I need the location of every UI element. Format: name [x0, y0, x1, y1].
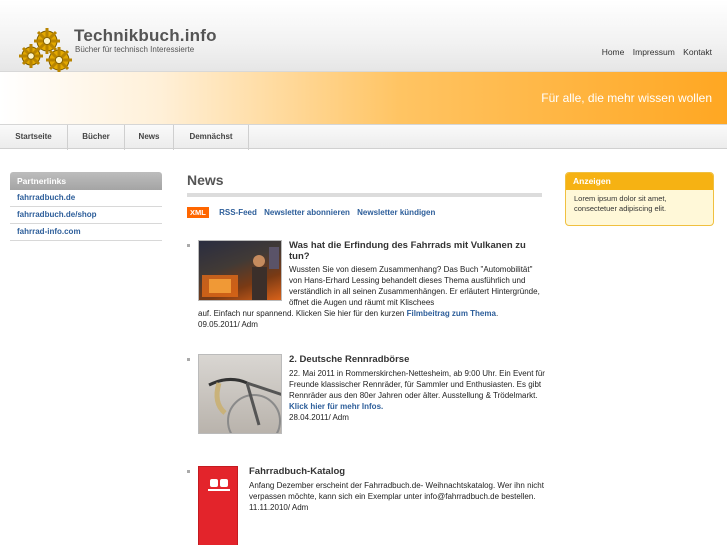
volcano-scene-icon: [202, 247, 279, 300]
ads-text[interactable]: Lorem ipsum dolor sit amet, consectetuer…: [566, 190, 713, 218]
sidebar-link-fahrradbuch[interactable]: fahrradbuch.de: [10, 190, 162, 207]
sidebar-link-fahrrad-info[interactable]: fahrrad-info.com: [10, 224, 162, 241]
topnav-kontakt-link[interactable]: Kontakt: [683, 47, 712, 57]
bicycle-icon: [208, 378, 281, 433]
film-link[interactable]: Filmbeitrag zum Thema: [407, 309, 496, 318]
ads-heading: Anzeigen: [566, 173, 713, 190]
tab-news[interactable]: News: [125, 125, 174, 150]
newsletter-unsubscribe-link[interactable]: Newsletter kündigen: [357, 208, 435, 217]
banner-tagline: Für alle, die mehr wissen wollen: [541, 91, 712, 105]
site-subtitle: Bücher für technisch Interessierte: [75, 45, 195, 54]
sidebar-partnerlinks: Partnerlinks fahrradbuch.de fahrradbuch.…: [10, 172, 162, 241]
news-heading: News: [187, 172, 224, 188]
tab-startseite[interactable]: Startseite: [0, 125, 68, 150]
feed-bar: XML RSS-Feed Newsletter abonnieren Newsl…: [187, 207, 542, 221]
news-item-text-tail: auf. Einfach nur spannend. Klicken Sie h…: [198, 309, 405, 318]
topnav-home-link[interactable]: Home: [602, 47, 625, 57]
news-item-body: Anfang Dezember erscheint der Fahrradbuc…: [249, 481, 544, 512]
news-item-body: 22. Mai 2011 in Rommerskirchen-Netteshei…: [289, 369, 545, 422]
news-item-title[interactable]: 2. Deutsche Rennradbörse: [289, 354, 545, 365]
news-item-body-continued: auf. Einfach nur spannend. Klicken Sie h…: [198, 309, 499, 329]
header-banner: Für alle, die mehr wissen wollen: [0, 72, 727, 124]
site-title[interactable]: Technikbuch.info: [74, 26, 217, 46]
top-navigation: Home Impressum Kontakt: [596, 47, 712, 57]
xml-feed-badge[interactable]: XML: [187, 207, 209, 218]
sidebar-heading: Partnerlinks: [10, 172, 162, 190]
catalog-cover-thumbnail[interactable]: [198, 466, 238, 545]
news-item: 2. Deutsche Rennradbörse 22. Mai 2011 in…: [187, 354, 545, 440]
sidebar-link-fahrradbuch-shop[interactable]: fahrradbuch.de/shop: [10, 207, 162, 224]
more-info-link[interactable]: Klick hier für mehr Infos.: [289, 402, 383, 411]
news-section: News XML RSS-Feed Newsletter abonnieren …: [187, 172, 545, 545]
gears-logo-icon[interactable]: [17, 26, 73, 72]
catalog-logo-icon: [208, 479, 230, 491]
news-item: Fahrradbuch-Katalog Anfang Dezember ersc…: [187, 466, 545, 545]
news-item-body: Wussten Sie von diesem Zusammenhang? Das…: [289, 265, 540, 307]
news-item-date: 11.11.2010/ Adm: [249, 503, 309, 512]
list-bullet: [187, 470, 190, 473]
main-navigation: Startseite Bücher News Demnächst: [0, 124, 727, 150]
racing-bike-thumbnail[interactable]: [198, 354, 282, 434]
news-item-title[interactable]: Fahrradbuch-Katalog: [249, 466, 545, 477]
news-item-date: 09.05.2011/ Adm: [198, 320, 258, 329]
list-bullet: [187, 358, 190, 361]
rss-feed-link[interactable]: RSS-Feed: [219, 208, 257, 217]
topnav-impressum-link[interactable]: Impressum: [633, 47, 675, 57]
tab-buecher[interactable]: Bücher: [68, 125, 125, 150]
ads-box: Anzeigen Lorem ipsum dolor sit amet, con…: [565, 172, 714, 226]
volcano-film-thumbnail[interactable]: [198, 240, 282, 301]
news-item-date: 28.04.2011/ Adm: [289, 413, 349, 422]
news-item-title[interactable]: Was hat die Erfindung des Fahrrads mit V…: [289, 240, 545, 262]
list-bullet: [187, 244, 190, 247]
newsletter-subscribe-link[interactable]: Newsletter abonnieren: [264, 208, 350, 217]
page-header: Technikbuch.info Bücher für technisch In…: [0, 0, 727, 72]
news-divider: [187, 193, 542, 197]
tab-demnaechst[interactable]: Demnächst: [174, 125, 249, 150]
